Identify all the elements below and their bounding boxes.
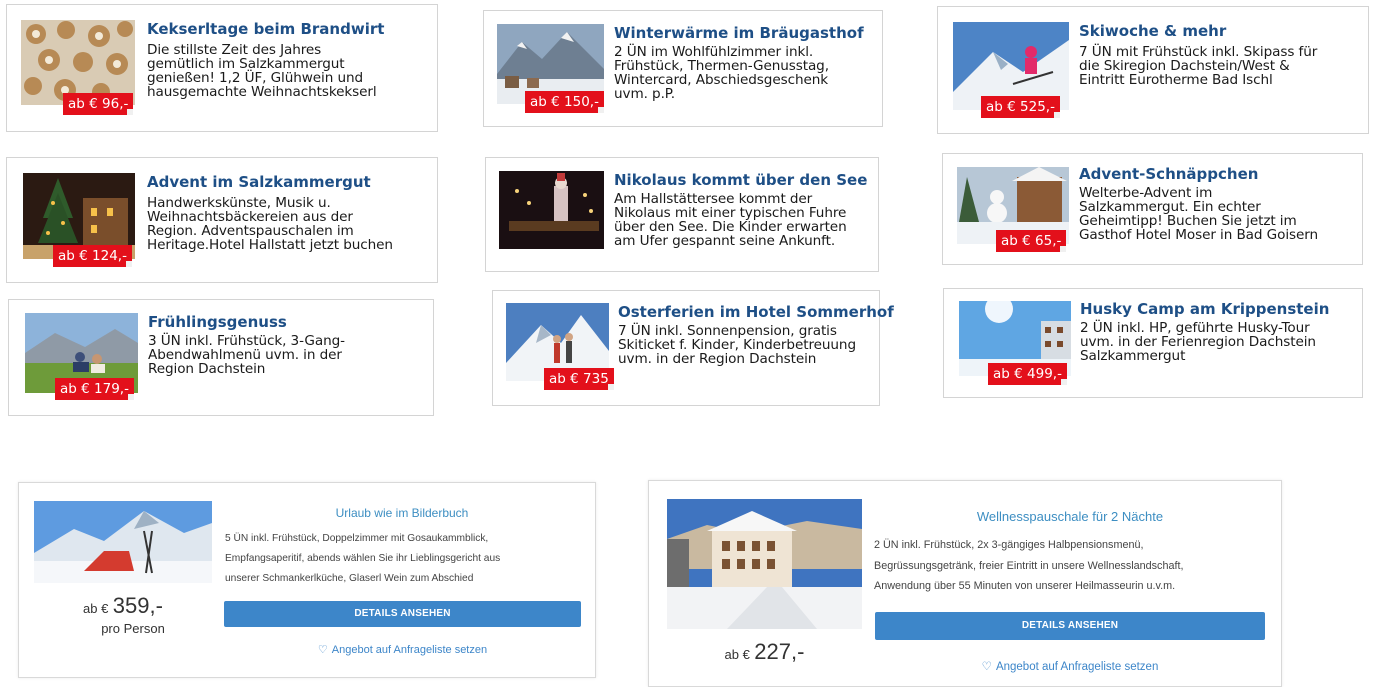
offer-card[interactable]: ab € 499,- Husky Camp am Krippenstein 2 … (943, 288, 1363, 398)
offer-card[interactable]: ab € 65,- Advent-Schnäppchen Welterbe-Ad… (942, 153, 1363, 265)
offer-title[interactable]: Frühlingsgenuss (148, 313, 287, 331)
offer-description: 7 ÜN mit Frühstück inkl. Skipass für die… (1079, 44, 1318, 88)
details-button[interactable]: DETAILS ANSEHEN (224, 601, 581, 627)
offer-title[interactable]: Kekserltage beim Brandwirt (147, 20, 384, 38)
offer-card[interactable]: ab € 525,- Skiwoche & mehr 7 ÜN mit Früh… (937, 6, 1369, 134)
package-description: 2 ÜN inkl. Frühstück, 2x 3-gängiges Halb… (874, 539, 1184, 592)
package-card: Wellnesspauschale für 2 Nächte 2 ÜN inkl… (648, 480, 1282, 687)
offer-title[interactable]: Advent im Salzkammergut (147, 173, 371, 191)
package-description: 5 ÜN inkl. Frühstück, Doppelzimmer mit G… (225, 533, 501, 584)
wishlist-link[interactable]: ♡ Angebot auf Anfrageliste setzen (224, 643, 581, 656)
offer-card[interactable]: ab € 150,- Winterwärme im Bräugasthof 2 … (483, 10, 883, 127)
heart-icon: ♡ (317, 644, 328, 656)
package-price: ab € 359,- (34, 593, 212, 619)
offer-image[interactable] (499, 171, 604, 249)
package-image[interactable] (34, 501, 212, 583)
offer-description: 2 ÜN im Wohlfühlzimmer inkl. Frühstück, … (614, 44, 829, 102)
wishlist-label: Angebot auf Anfrageliste setzen (995, 661, 1159, 673)
price-prefix: ab € (724, 647, 750, 662)
package-card: Urlaub wie im Bilderbuch 5 ÜN inkl. Früh… (18, 482, 596, 678)
offer-card[interactable]: ab € 124,- Advent im Salzkammergut Handw… (6, 157, 438, 283)
package-title[interactable]: Urlaub wie im Bilderbuch (224, 506, 580, 520)
offer-description: 2 ÜN inkl. HP, geführte Husky-Tour uvm. … (1080, 320, 1316, 364)
price-tag: ab € 735 (544, 368, 614, 390)
price-tag: ab € 96,- (63, 93, 134, 115)
offer-card[interactable]: ab € 179,- Frühlingsgenuss 3 ÜN inkl. Fr… (8, 299, 434, 416)
offer-description: 7 ÜN inkl. Sonnenpension, gratis Skitick… (618, 323, 856, 367)
offer-title[interactable]: Nikolaus kommt über den See (614, 171, 867, 189)
offer-description: Die stillste Zeit des Jahres gemütlich i… (147, 42, 377, 100)
price-tag: ab € 179,- (55, 378, 134, 400)
offer-title[interactable]: Husky Camp am Krippenstein (1080, 300, 1329, 318)
price-prefix: ab € (83, 601, 109, 616)
package-title[interactable]: Wellnesspauschale für 2 Nächte (875, 509, 1265, 524)
price-value: 359,- (112, 593, 163, 618)
offer-description: Am Hallstättersee kommt der Nikolaus mit… (614, 191, 847, 249)
offer-card[interactable]: Nikolaus kommt über den See Am Hallstätt… (485, 157, 879, 272)
offer-title[interactable]: Winterwärme im Bräugasthof (614, 24, 864, 42)
wishlist-label: Angebot auf Anfrageliste setzen (331, 644, 488, 656)
price-value: 227,- (754, 639, 805, 664)
offer-title[interactable]: Osterferien im Hotel Sommerhof (618, 303, 894, 321)
offer-title[interactable]: Skiwoche & mehr (1079, 22, 1226, 40)
offer-description: 3 ÜN inkl. Frühstück, 3-Gang- Abendwahlm… (148, 333, 345, 377)
price-tag: ab € 525,- (981, 96, 1060, 118)
details-button[interactable]: DETAILS ANSEHEN (875, 612, 1265, 640)
price-tag: ab € 499,- (988, 363, 1067, 385)
wishlist-link[interactable]: ♡ Angebot auf Anfrageliste setzen (875, 659, 1265, 673)
price-tag: ab € 65,- (996, 230, 1067, 252)
package-image[interactable] (667, 499, 862, 629)
offer-title[interactable]: Advent-Schnäppchen (1079, 165, 1258, 183)
price-tag: ab € 150,- (525, 91, 604, 113)
offer-card[interactable]: ab € 735 Osterferien im Hotel Sommerhof … (492, 290, 894, 406)
heart-icon: ♡ (981, 661, 992, 673)
offer-description: Welterbe-Advent im Salzkammergut. Ein ec… (1079, 185, 1319, 243)
offer-description: Handwerkskünste, Musik u. Weihnachtsbäck… (147, 195, 393, 253)
price-note: pro Person (101, 621, 165, 636)
package-price: ab € 227,- (667, 639, 862, 665)
price-tag: ab € 124,- (53, 245, 132, 267)
offer-card[interactable]: ab € 96,- Kekserltage beim Brandwirt Die… (6, 4, 438, 132)
